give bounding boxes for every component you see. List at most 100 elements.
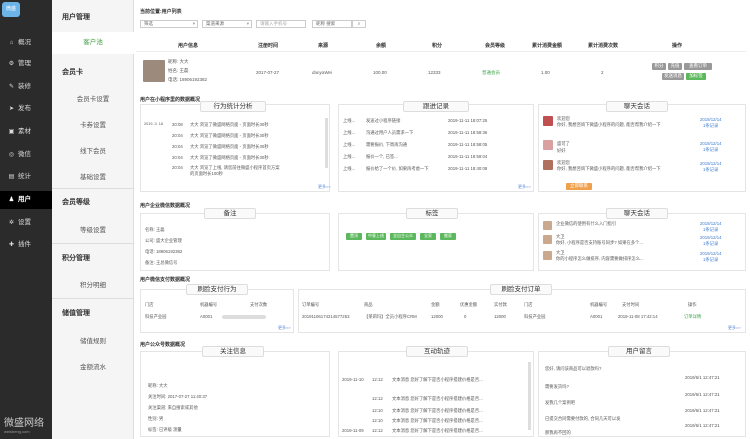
divider (52, 298, 134, 299)
order-store: 科技产业园 (524, 314, 546, 319)
filter-select[interactable]: 筛选 ▾ (140, 20, 198, 28)
subnav-offline-member[interactable]: 线下会员 (52, 145, 134, 155)
nav-stats[interactable]: ▤ 统计 (0, 168, 52, 186)
channel-select[interactable]: 渠道来源 ▾ (202, 20, 252, 28)
miniprogram-section-title: 用户在小程序里的数据概况 (140, 97, 201, 103)
points-button[interactable]: 积分 (652, 63, 666, 70)
chat-title-2: 聊天会话 (606, 208, 668, 219)
nav-overview[interactable]: ⌂ 概况 (0, 34, 52, 52)
chat-records-link[interactable]: 1条记录 (703, 147, 718, 153)
col-actions: 操作 (688, 302, 697, 307)
order-detail-link[interactable]: 订单详情 (684, 314, 701, 320)
nav-publish[interactable]: ➤ 发布 (0, 100, 52, 118)
subnav-customer-pool[interactable]: 客户池 (52, 32, 134, 54)
pay-behavior-more-link[interactable]: 更多>> (278, 325, 291, 331)
interaction-msg: 文本消息 您好了解下是否小程序搭建价格是否... (392, 418, 483, 423)
nav-material[interactable]: ▣ 素材 (0, 123, 52, 141)
message-time: 2019/6/1 12:47:21 (685, 392, 720, 397)
chat-date: 2019/12/14 (700, 161, 722, 166)
tag-chip[interactable]: 全家 (420, 233, 436, 240)
gear-icon: ⚙ (8, 61, 15, 67)
subnav-coupon-settings[interactable]: 卡券设置 (52, 119, 134, 129)
pay-behavior-title: 刷脸支付行为 (186, 284, 248, 295)
chat-records-link[interactable]: 1条记录 (703, 241, 718, 247)
col-store: 门店 (145, 302, 154, 307)
tag-chip[interactable]: 搬家 (440, 233, 456, 240)
settings-icon: ✲ (8, 220, 15, 226)
interaction-msg: 文本消息 您好了解下是否小程序搭建价格是否... (392, 408, 483, 413)
behavior-item: 大大 浏览了微盛网络页面 - 页面时长30秒 (190, 133, 269, 138)
interaction-time: 12:10 (372, 408, 383, 413)
nav-plugins[interactable]: ✚ 插件 (0, 236, 52, 254)
tag-chip[interactable]: 全自主公众 (390, 233, 416, 240)
subnav-group-stored[interactable]: 储值管理 (62, 308, 90, 318)
col-order-no: 订单编号 (302, 302, 320, 307)
user-points: 12333 (428, 70, 441, 75)
message-time: 2019/6/1 12:47:21 (685, 408, 720, 413)
chat-message: 你好, 我想咨询下微盛小程序的问题, 能否帮我介绍一下 (557, 166, 661, 171)
subnav-level-settings[interactable]: 等级设置 (52, 224, 134, 234)
chat-records-link[interactable]: 1条记录 (703, 257, 718, 263)
message-text: 那我再不回的 (545, 430, 571, 435)
scrollbar[interactable] (528, 362, 531, 430)
chat-date: 2019/12/14 (700, 251, 722, 256)
followup-content: 发送过小程序链接 (366, 118, 401, 123)
subnav-card-settings[interactable]: 会员卡设置 (52, 93, 134, 103)
phone-input[interactable]: 请输入手机号 (256, 20, 306, 28)
interaction-date: 2019-11-10 (342, 377, 364, 382)
message-text: 需要发货吗? (545, 384, 569, 389)
user-total-amount: 1.00 (541, 70, 550, 75)
followup-more-link[interactable]: 更多>> (518, 184, 531, 190)
subnav-group-card[interactable]: 会员卡 (62, 67, 83, 77)
wechat-icon: ◎ (8, 152, 15, 158)
subnav-stored-rules[interactable]: 储值规则 (52, 335, 134, 345)
send-message-button[interactable]: 发送消息 (662, 73, 684, 80)
store-value: 科技产业园 (145, 314, 167, 319)
user-name: 姓名: 王磊 (168, 68, 189, 73)
avatar (543, 160, 553, 170)
header-reg-time: 注册时间 (258, 43, 279, 49)
avatar (543, 140, 553, 150)
nav-settings[interactable]: ✲ 设置 (0, 214, 52, 232)
divider (136, 51, 746, 52)
add-tag-button[interactable]: 加标签 (686, 73, 706, 80)
subnav-points-detail[interactable]: 积分明细 (52, 279, 134, 289)
user-source: danyaWei (312, 70, 332, 75)
subnav-money-flow[interactable]: 金额流水 (52, 361, 134, 371)
contact-now-button[interactable]: 立即联系 (566, 183, 592, 190)
followup-time: 2019-11-11 18:58:36 (448, 130, 488, 135)
payment-section-title: 用户微信支付数据概况 (140, 277, 191, 283)
brand-footer: 微盛网络 weisheng.com (4, 418, 44, 434)
chat-records-link[interactable]: 1条记录 (703, 227, 718, 233)
nickname-input[interactable]: 昵称 搜索 (312, 20, 352, 28)
subnav-group-level[interactable]: 会员等级 (62, 197, 90, 207)
subnav-basic-settings[interactable]: 基础设置 (52, 171, 134, 181)
pay-orders-more-link[interactable]: 更多>> (728, 325, 741, 331)
chat-records-link[interactable]: 1条记录 (703, 123, 718, 129)
view-orders-button[interactable]: 查看订单 (684, 63, 712, 70)
chat-records-link[interactable]: 1条记录 (703, 167, 718, 173)
subnav-group-points[interactable]: 积分管理 (62, 253, 90, 263)
nav-manage[interactable]: ⚙ 管理 (0, 55, 52, 73)
nav-decorate[interactable]: ✎ 装修 (0, 78, 52, 96)
behavior-more-link[interactable]: 更多>> (318, 184, 331, 190)
recharge-button[interactable]: 充值 (668, 63, 682, 70)
count-bar (222, 315, 266, 319)
scrollbar[interactable] (325, 118, 328, 168)
tag-chip[interactable]: 置顶 (346, 233, 362, 240)
search-icon: ⌕ (357, 21, 361, 26)
tag-chip[interactable]: 中意上线 (366, 233, 386, 240)
nav-wechat[interactable]: ◎ 微信 (0, 146, 52, 164)
subnav-group-users[interactable]: 用户管理 (62, 12, 90, 22)
header-balance: 余额 (376, 43, 387, 49)
followup-user: 上线... (343, 142, 356, 147)
behavior-item: 大大 浏览了上线, 请您前往微盛小程序首页方案的页面时长100秒 (190, 165, 280, 176)
message-text: 已提交合同需要付款的, 合同几天可以发 (545, 416, 621, 421)
chat-user: 盛可了 (557, 141, 570, 146)
pay-orders-title: 刷脸支付订单 (490, 284, 552, 295)
nav-users[interactable]: ♟ 用户 (0, 191, 52, 209)
header-total-amount: 累计消费金额 (532, 43, 563, 49)
message-time: 2019/6/1 12:47:21 (685, 375, 720, 380)
brush-icon: ✎ (8, 84, 15, 90)
search-button[interactable]: ⌕ (352, 20, 366, 28)
